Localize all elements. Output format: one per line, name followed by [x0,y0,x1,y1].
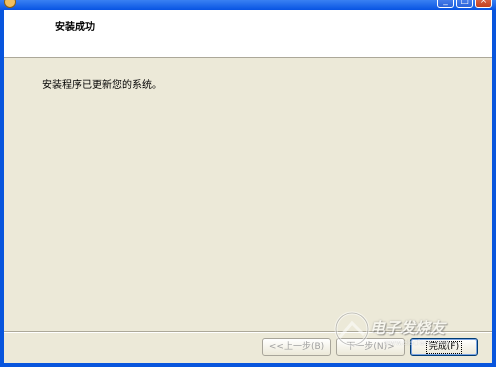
finish-button[interactable]: 完成(F) [410,338,478,356]
page-title: 安装成功 [55,22,95,33]
back-button[interactable]: <<上一步(B) [262,338,331,356]
window-border-right [492,10,496,367]
window-border-bottom [0,363,496,367]
maximize-button[interactable]: □ [456,0,473,8]
title-bar[interactable]: _ □ × [0,0,496,10]
status-message: 安装程序已更新您的系统。 [42,80,162,91]
next-button[interactable]: 下一步(N)> [336,338,405,356]
finish-button-label: 完成(F) [425,341,463,354]
app-icon [4,0,16,8]
button-separator [4,331,492,333]
installer-window: _ □ × 安装成功 安装程序已更新您的系统。 <<上一步(B) 下一步(N)>… [0,0,496,367]
wizard-header: 安装成功 [4,10,492,58]
minimize-button[interactable]: _ [437,0,454,8]
close-button[interactable]: × [475,0,492,8]
window-client-area: 安装成功 安装程序已更新您的系统。 <<上一步(B) 下一步(N)> 完成(F) [4,10,492,363]
